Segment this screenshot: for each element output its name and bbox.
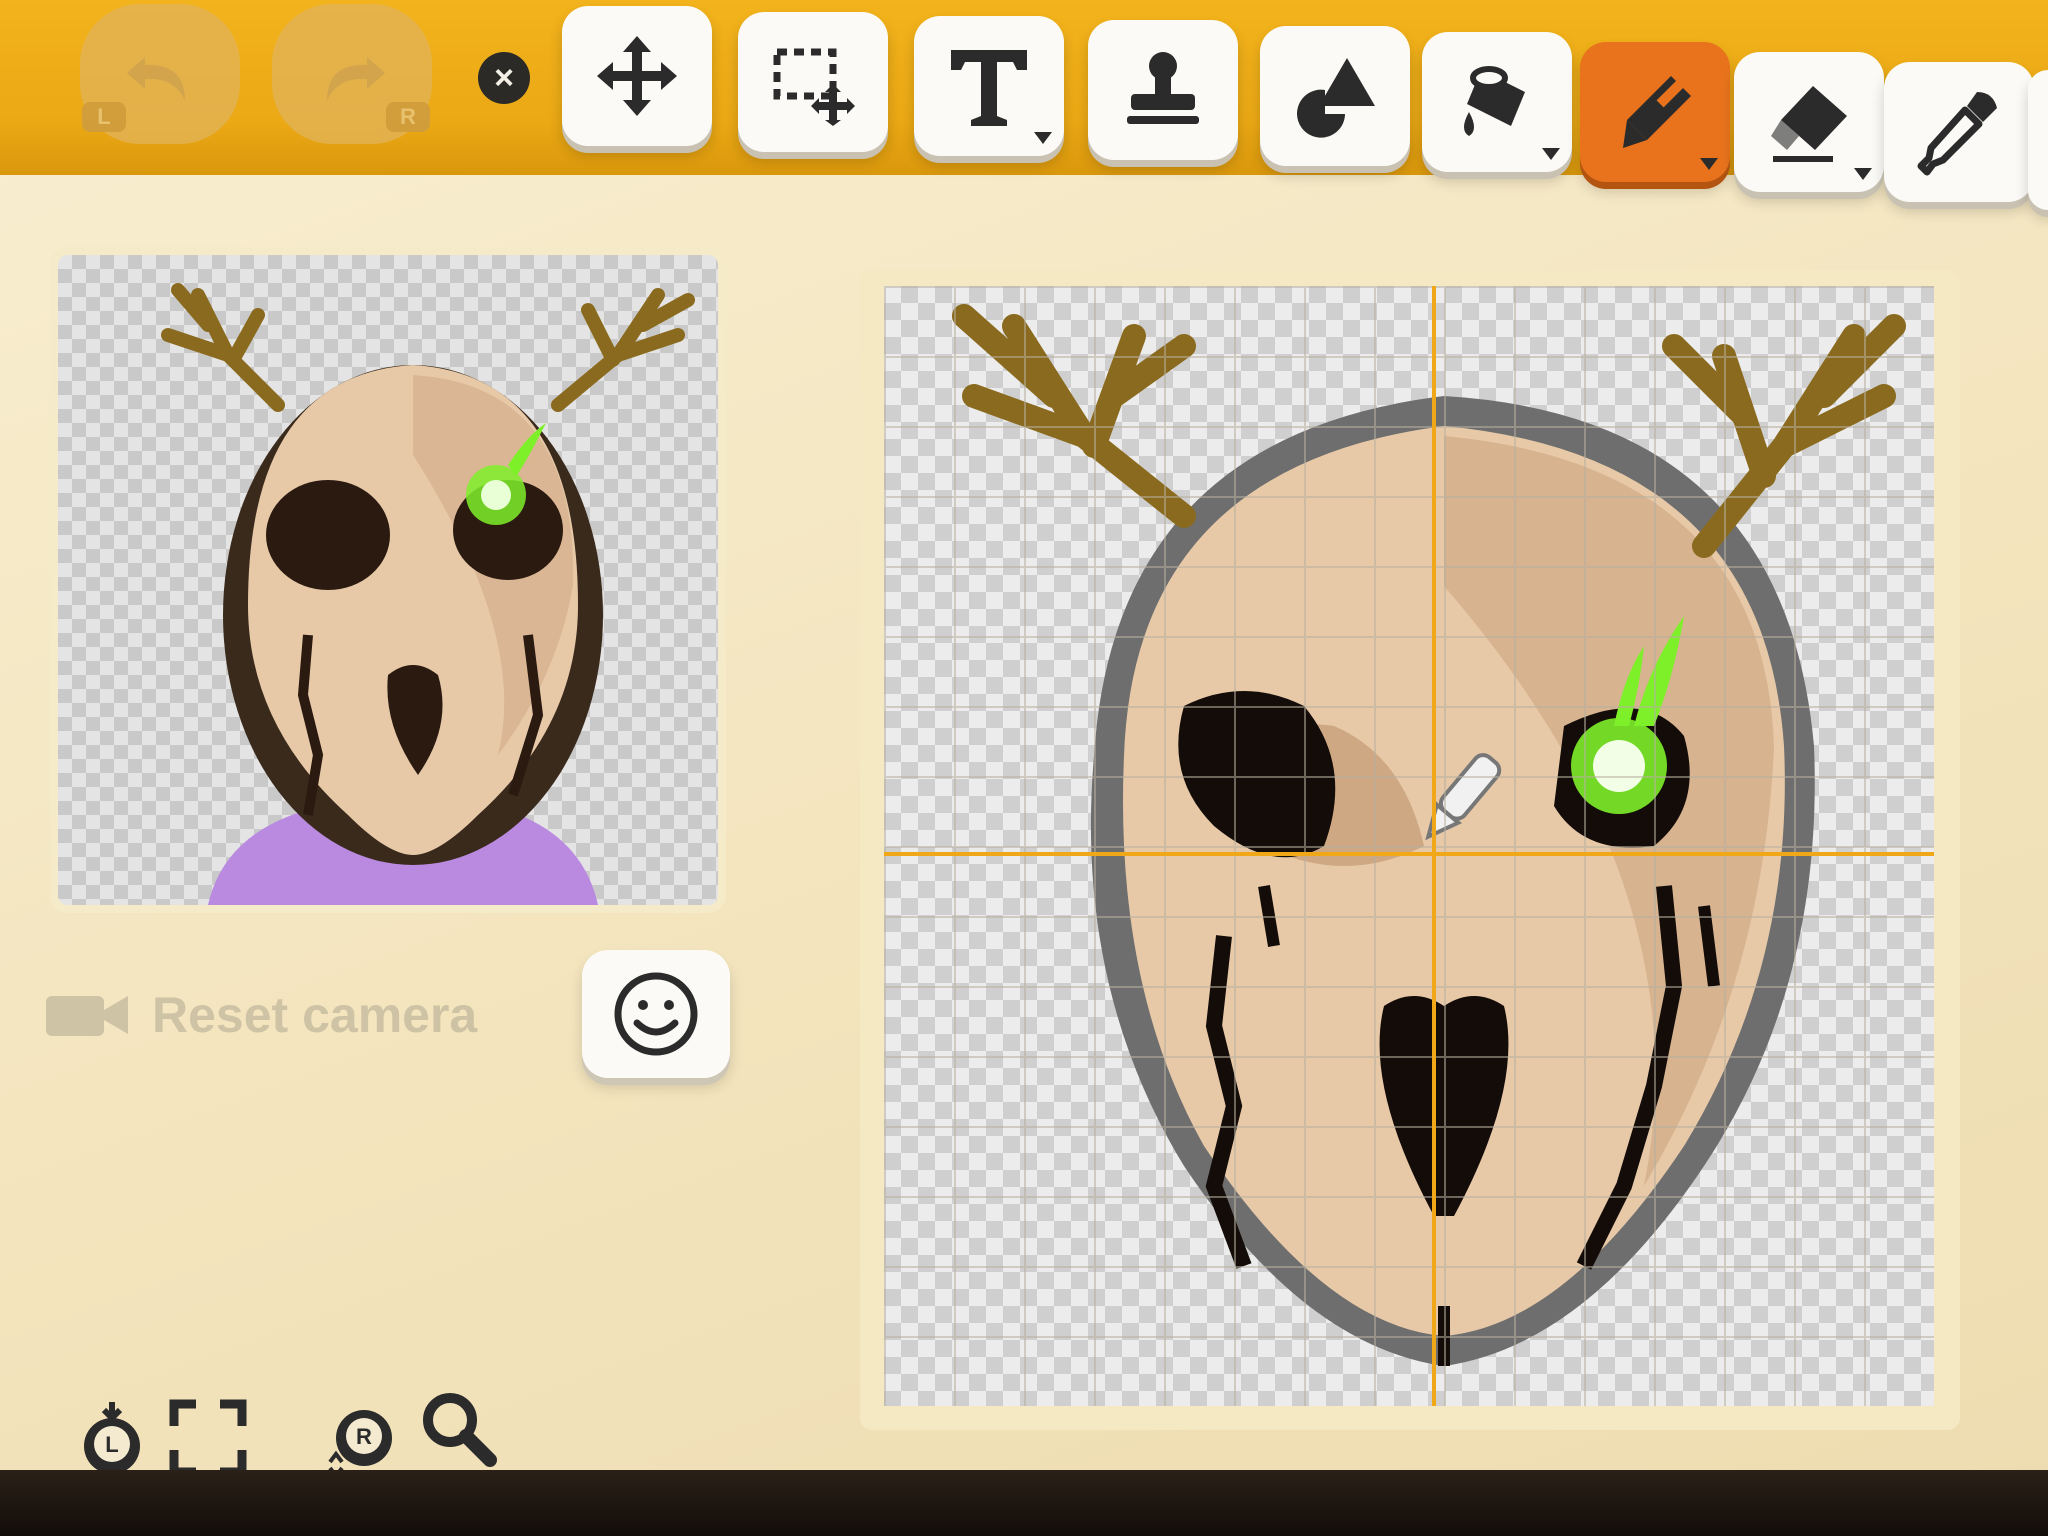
submenu-indicator	[1542, 148, 1560, 160]
fit-frame-button[interactable]	[168, 1398, 248, 1478]
fit-frame-icon	[169, 1399, 247, 1477]
right-stick-control[interactable]: R	[320, 1398, 400, 1478]
pen-tool-button[interactable]	[1580, 42, 1730, 182]
fill-bucket-icon	[1464, 66, 1525, 136]
submenu-indicator	[1034, 132, 1052, 144]
drawing-canvas[interactable]	[884, 286, 1934, 1406]
redo-icon	[327, 57, 385, 101]
submenu-indicator	[1700, 158, 1718, 170]
avatar-preview-image	[161, 283, 695, 905]
smiley-icon	[614, 972, 698, 1056]
canvas-artwork	[952, 304, 1906, 1366]
vertical-guide	[1432, 286, 1436, 1406]
text-tool-button[interactable]	[914, 16, 1064, 156]
left-stick-control[interactable]: L	[72, 1398, 152, 1478]
close-button[interactable]: ×	[478, 52, 530, 104]
stamp-icon	[1127, 52, 1199, 124]
drawing-canvas-frame	[860, 270, 1960, 1430]
zoom-button[interactable]	[418, 1388, 498, 1468]
fill-tool-button[interactable]	[1422, 32, 1572, 172]
right-stick-icon: R	[328, 1410, 392, 1478]
select-tool-button[interactable]	[738, 12, 888, 152]
face-button[interactable]	[582, 950, 730, 1078]
camera-icon	[46, 996, 128, 1036]
right-stick-badge: R	[356, 1424, 372, 1449]
eraser-tool-button[interactable]	[1734, 52, 1884, 192]
horizontal-guide	[884, 852, 1934, 856]
undo-button[interactable]: L	[80, 4, 240, 144]
eraser-icon	[1771, 86, 1847, 162]
move-icon	[597, 36, 677, 116]
redo-button[interactable]: R	[272, 4, 432, 144]
pen-icon	[1623, 76, 1691, 148]
reset-camera-button[interactable]: Reset camera	[44, 985, 477, 1045]
zoom-icon	[423, 1393, 497, 1467]
eyedropper-icon	[1917, 92, 1997, 176]
more-tools-button[interactable]	[2028, 70, 2048, 210]
select-move-icon	[773, 48, 855, 126]
left-stick-badge: L	[105, 1432, 118, 1457]
move-tool-button[interactable]	[562, 6, 712, 146]
toolbar: L R ×	[0, 0, 2048, 210]
undo-shortcut-badge: L	[82, 102, 126, 132]
undo-icon	[127, 57, 185, 101]
shapes-icon	[1297, 58, 1375, 138]
reset-camera-label: Reset camera	[152, 987, 478, 1043]
avatar-preview[interactable]	[58, 255, 718, 905]
stamp-tool-button[interactable]	[1088, 20, 1238, 160]
screen: L R × Reset camera L R	[0, 0, 2048, 1536]
redo-shortcut-badge: R	[386, 102, 430, 132]
screen-bezel	[0, 1470, 2048, 1536]
text-icon	[951, 50, 1027, 126]
shapes-tool-button[interactable]	[1260, 26, 1410, 166]
submenu-indicator	[1854, 168, 1872, 180]
left-stick-icon: L	[84, 1402, 140, 1474]
eyedropper-tool-button[interactable]	[1884, 62, 2034, 202]
